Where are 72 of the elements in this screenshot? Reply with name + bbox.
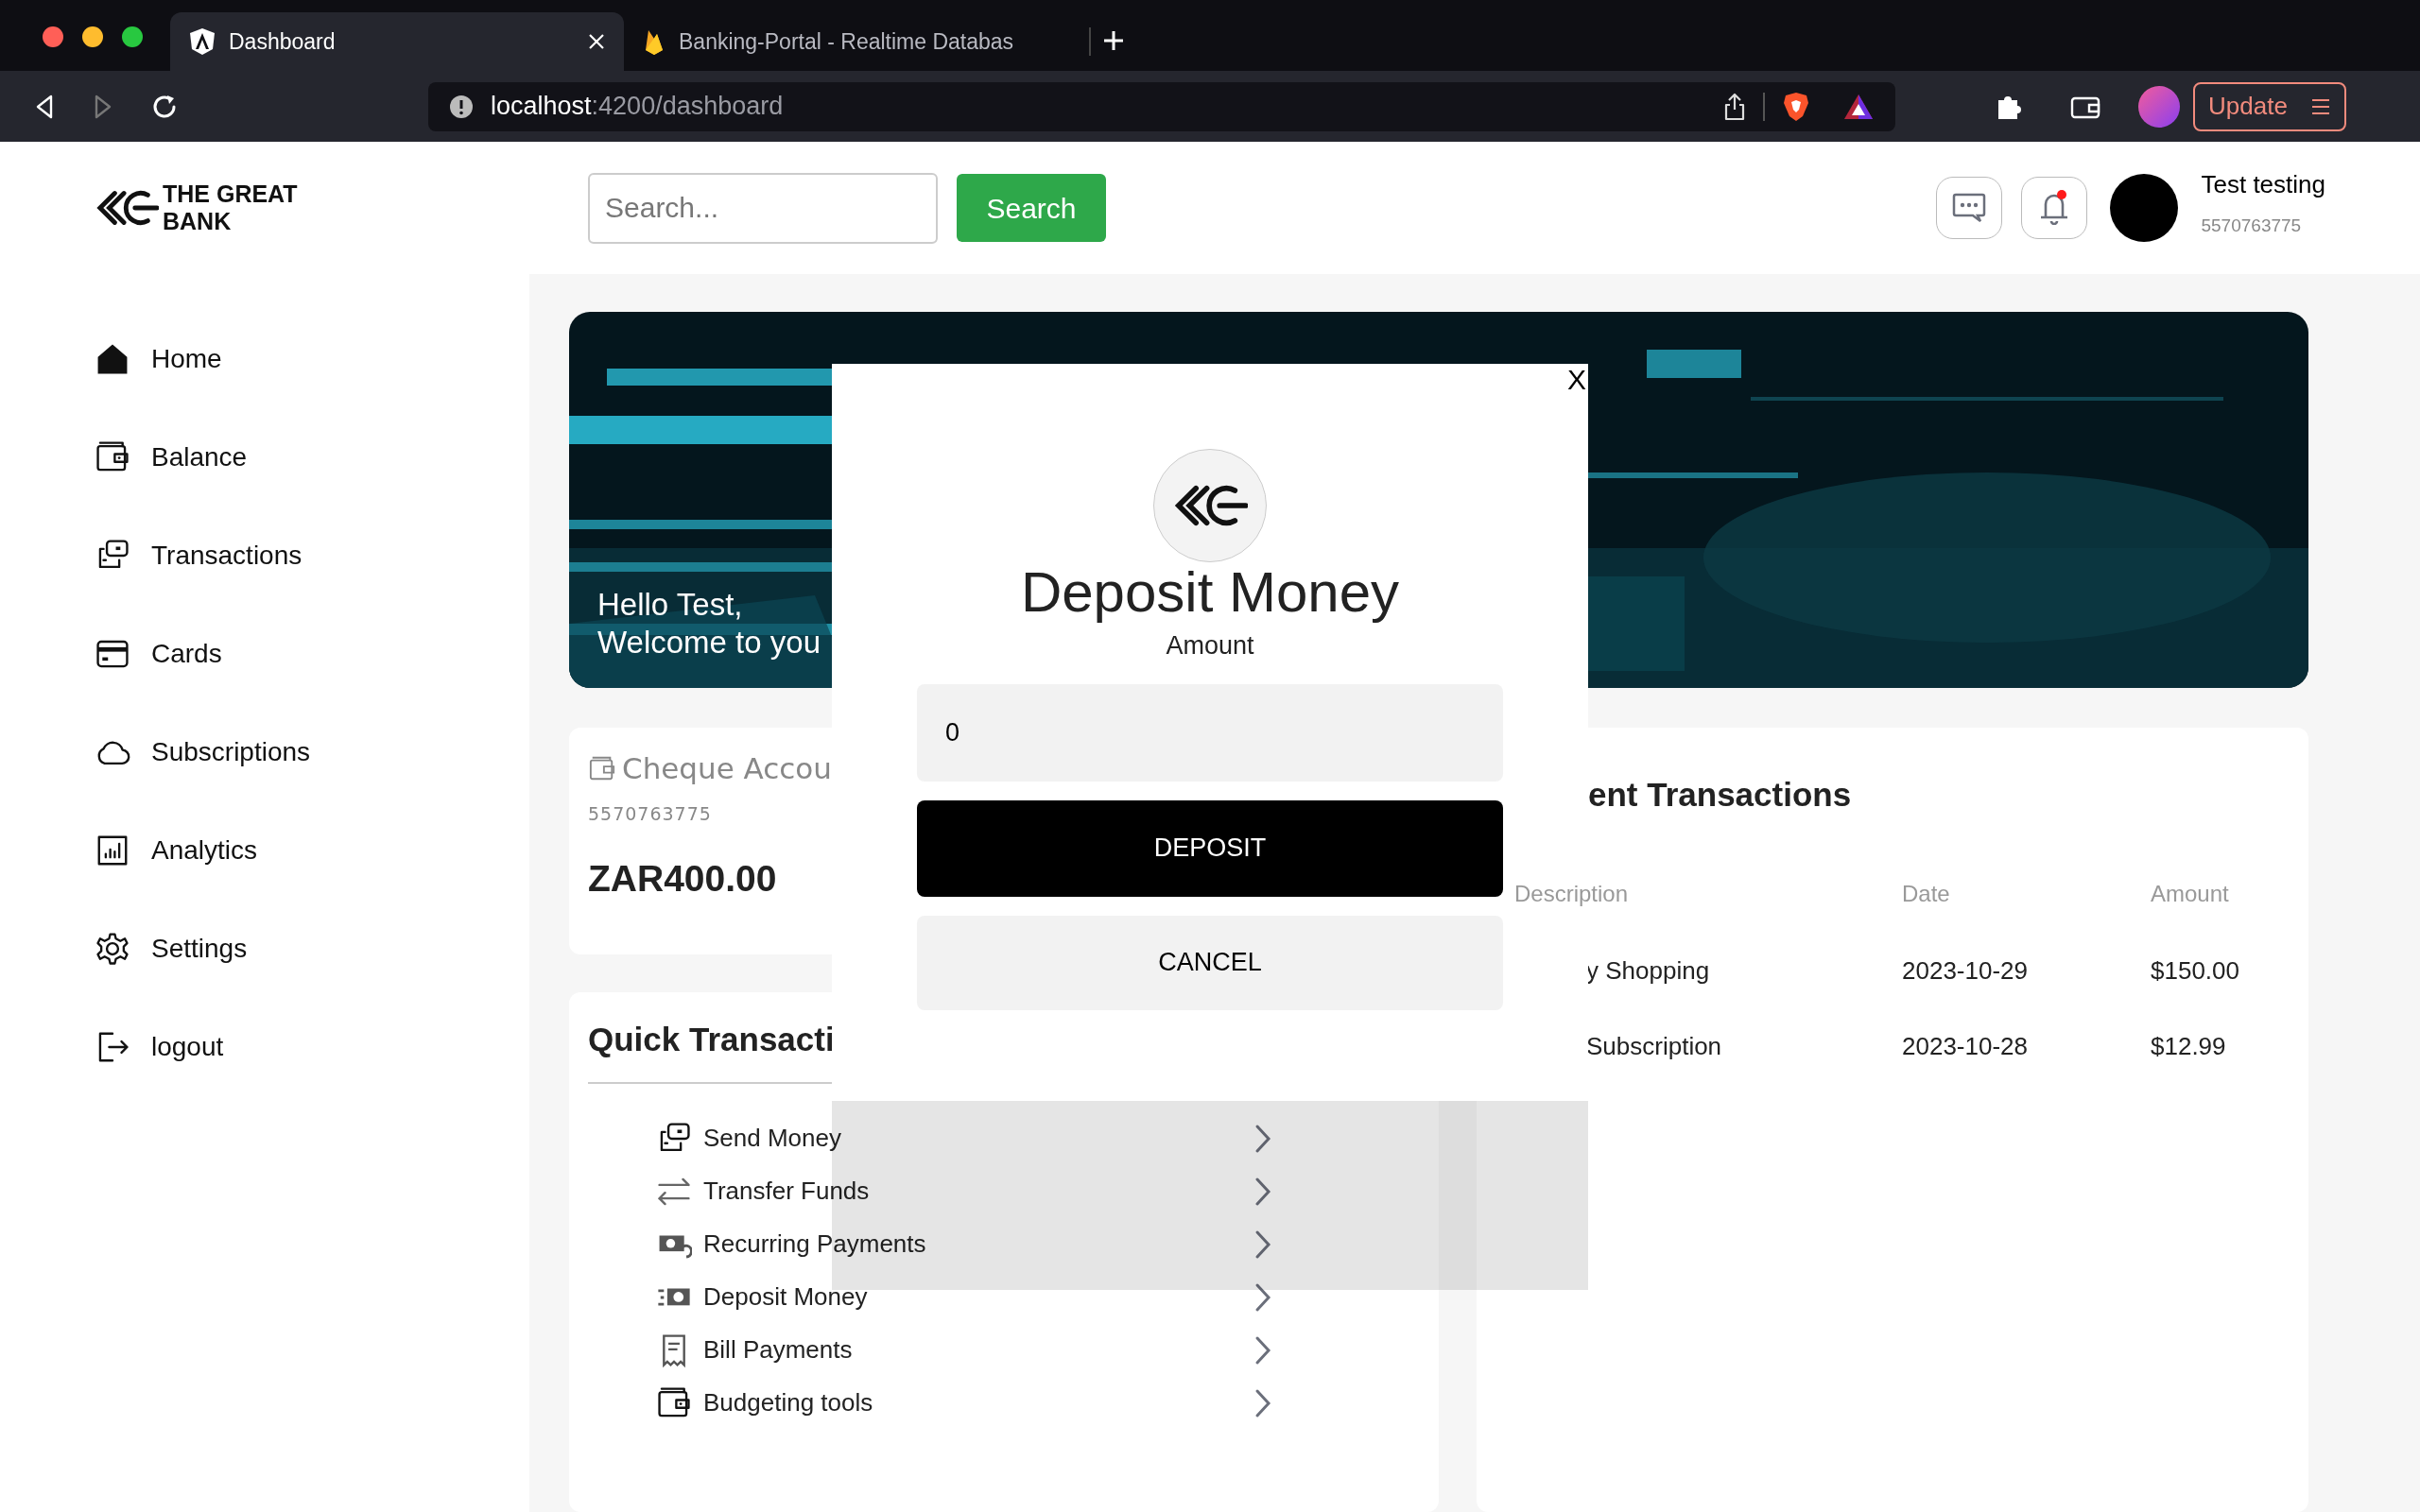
sidebar-item[interactable]: Subscriptions — [95, 730, 529, 774]
transaction-option[interactable]: Deposit Money — [703, 1279, 868, 1315]
account-title: Cheque Accou — [622, 750, 832, 787]
card-title: Quick Transacti — [588, 1020, 836, 1059]
reload-icon[interactable] — [151, 93, 178, 120]
back-icon[interactable] — [34, 94, 55, 119]
tab-title: Dashboard — [229, 27, 337, 56]
dialog-title: Deposit Money — [1020, 559, 1400, 626]
close-icon[interactable] — [588, 33, 605, 50]
tab-title: Banking-Portal - Realtime Databas — [679, 27, 1015, 56]
sidebar-item[interactable]: Cards — [95, 632, 529, 676]
browser-tab[interactable]: Banking-Portal - Realtime Databas — [624, 12, 1078, 71]
transaction-option[interactable]: Budgeting tools — [703, 1384, 873, 1421]
table-cell-text: 2023-10-29 — [1902, 955, 2029, 987]
brand-name: BANK — [163, 208, 233, 235]
chevron-right-icon[interactable] — [1254, 1228, 1271, 1260]
chat-button[interactable] — [1936, 177, 2003, 239]
amount-field[interactable]: 0 — [917, 683, 1503, 782]
greeting-text: Hello Test, — [597, 586, 744, 624]
browser-tab[interactable]: Dashboard — [170, 12, 624, 71]
sidebar-item[interactable]: Settings — [95, 927, 529, 971]
card-title: ent Transactions — [1588, 775, 1853, 815]
share-icon[interactable] — [1723, 92, 1746, 121]
new-tab-icon[interactable] — [1102, 29, 1125, 52]
column-header: Description — [1514, 879, 1630, 908]
column-header: Amount — [2151, 879, 2230, 908]
chevron-right-icon[interactable] — [1254, 1123, 1271, 1154]
chat-icon — [1952, 193, 1987, 223]
forward-icon[interactable] — [93, 94, 113, 119]
transaction-option[interactable]: Send Money — [703, 1120, 841, 1157]
window-control[interactable] — [122, 26, 143, 47]
chevron-right-icon[interactable] — [1254, 1334, 1271, 1366]
window-control[interactable] — [43, 26, 63, 47]
notification-button[interactable] — [2021, 177, 2088, 239]
sidebar-item[interactable]: Home — [95, 337, 529, 381]
search-field[interactable]: Search... — [588, 172, 938, 244]
brand-name: THE GREAT — [163, 180, 298, 208]
address-bar[interactable]: localhost:4200/dashboard — [428, 81, 1895, 131]
window-control[interactable] — [82, 26, 103, 47]
bank-logo-icon — [95, 189, 159, 227]
settings-icon — [95, 931, 130, 967]
transaction-option[interactable]: Transfer Funds — [703, 1173, 870, 1210]
cancel-button[interactable]: CANCEL — [917, 915, 1503, 1010]
info-icon — [449, 94, 474, 119]
account-number: 5570763775 — [2201, 215, 2303, 238]
chevron-right-icon[interactable] — [1254, 1281, 1271, 1313]
table-cell-text: $150.00 — [2151, 955, 2240, 987]
url-text: localhost:4200/dashboard — [491, 91, 785, 123]
table-cell-text: Subscription — [1585, 1031, 1723, 1062]
table-cell-text: 2023-10-28 — [1902, 1031, 2029, 1062]
transaction-option[interactable]: Recurring Payments — [703, 1226, 926, 1263]
wallet-icon — [588, 755, 616, 782]
sidebar-item[interactable]: Analytics — [95, 829, 529, 872]
chevron-right-icon[interactable] — [1254, 1176, 1271, 1207]
transaction-option[interactable]: Bill Payments — [703, 1332, 853, 1368]
lion-shield-icon[interactable] — [1782, 90, 1810, 123]
sidebar-item[interactable]: Balance — [95, 436, 529, 479]
user-name: Test testing — [2201, 169, 2325, 201]
greeting-text: Welcome to you — [597, 624, 821, 662]
app-logo-icon — [189, 27, 216, 56]
sidebar-item[interactable]: logout — [95, 1025, 529, 1069]
table-cell-text: $12.99 — [2151, 1031, 2227, 1062]
column-header: Date — [1902, 879, 1951, 908]
profile-avatar[interactable] — [2138, 85, 2180, 128]
update-button[interactable]: Update — [2193, 81, 2346, 131]
deposit-button[interactable]: DEPOSIT — [917, 799, 1503, 897]
field-label: Amount — [1166, 630, 1254, 662]
chevron-right-icon[interactable] — [1254, 1387, 1271, 1418]
close-button[interactable]: X — [1567, 366, 1586, 394]
account-balance: ZAR400.00 — [588, 857, 777, 901]
sidebar-item[interactable]: Transactions — [95, 534, 529, 577]
account-number: 5570763775 — [588, 801, 713, 826]
